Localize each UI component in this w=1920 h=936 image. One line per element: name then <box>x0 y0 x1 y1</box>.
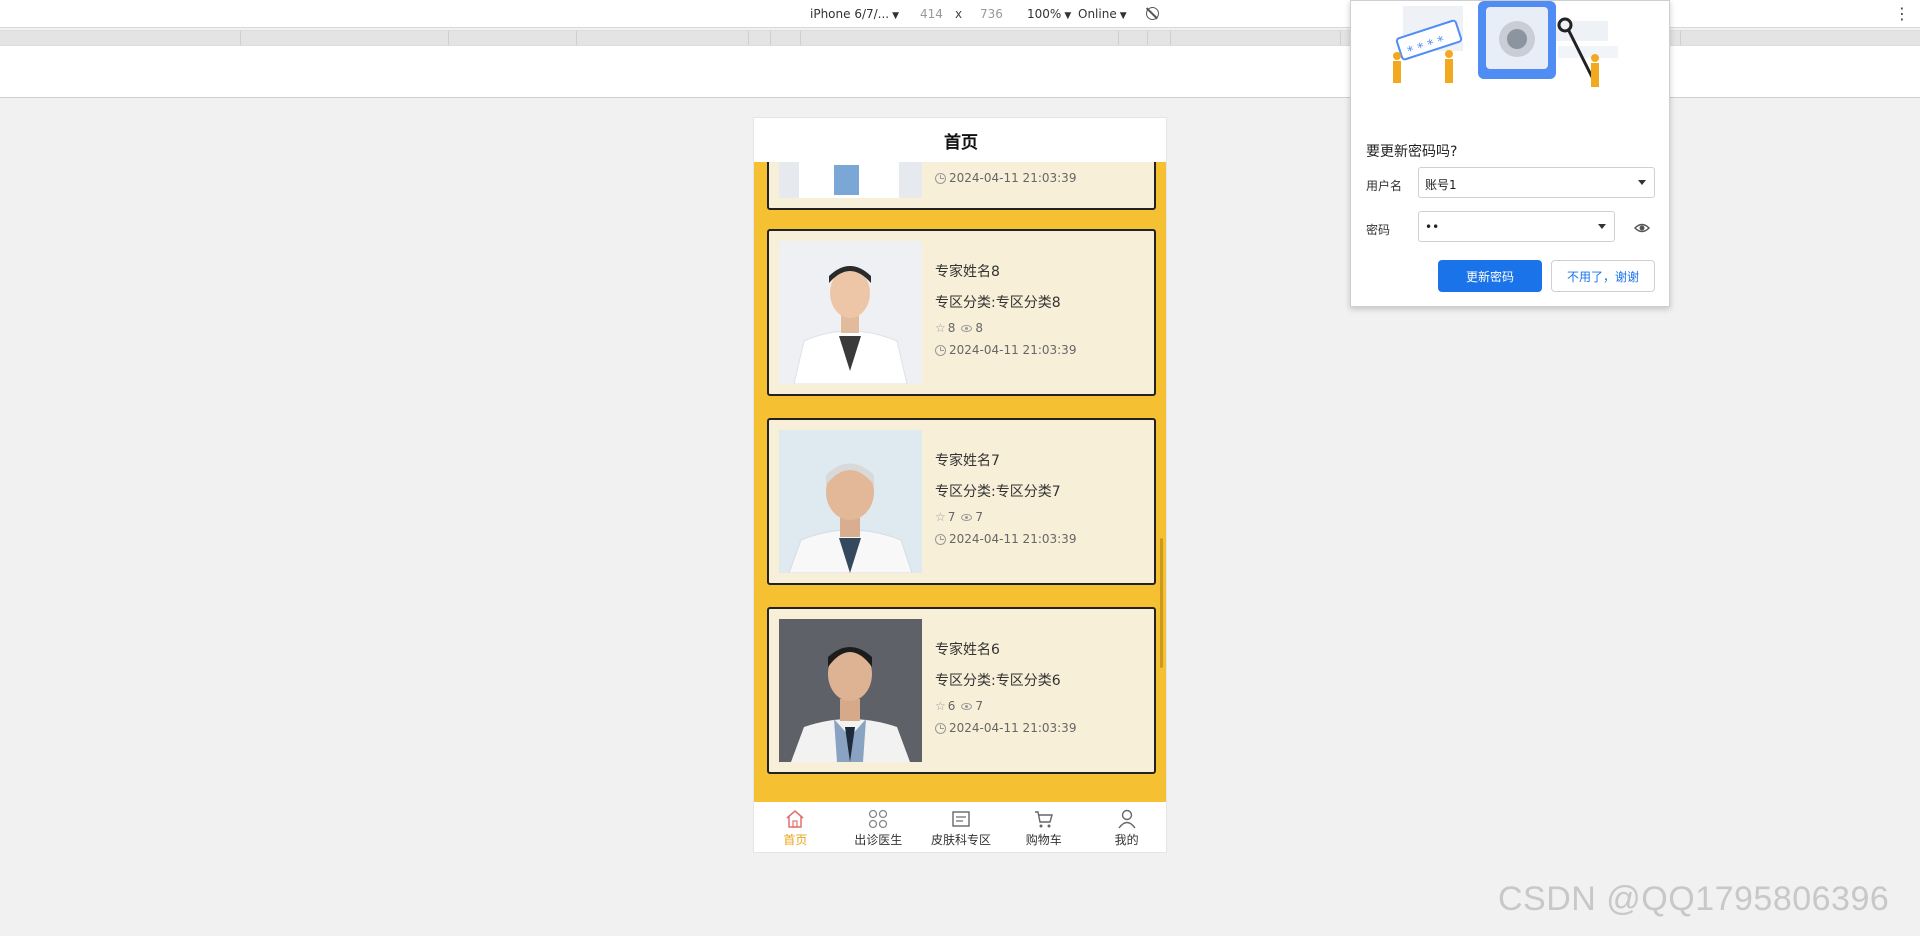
expert-list: 2024-04-11 21:03:39 专家姓名8 专区分类:专区分类8 ☆8 <box>754 162 1166 802</box>
board-icon <box>952 811 970 827</box>
clock-icon <box>935 722 946 734</box>
clock-icon <box>935 172 946 184</box>
network-value: Online <box>1078 7 1117 21</box>
publish-time: 2024-04-11 21:03:39 <box>935 721 1076 735</box>
doctor-photo <box>779 619 922 762</box>
like-count: 8 <box>947 321 956 335</box>
view-count: 7 <box>975 699 984 713</box>
star-icon: ☆ <box>935 699 946 713</box>
expert-name: 专家姓名8 <box>935 264 1000 280</box>
card-stats: ☆ 7 7 <box>935 508 1076 526</box>
zoom-select[interactable]: 100% ▼ <box>1027 7 1071 21</box>
publish-time: 2024-04-11 21:03:39 <box>935 171 1076 185</box>
grid-icon <box>869 809 888 829</box>
clock-icon <box>935 344 946 356</box>
star-icon: ☆ <box>935 321 946 335</box>
chevron-down-icon: ▼ <box>1119 11 1127 21</box>
clock-icon <box>935 533 946 545</box>
list-item[interactable]: 专家姓名8 专区分类:专区分类8 ☆ 8 8 2024-04-11 21:03:3… <box>767 229 1156 396</box>
viewport-height-input[interactable]: 736 <box>980 7 1003 21</box>
publish-time: 2024-04-11 21:03:39 <box>935 532 1076 546</box>
expert-category: 专区分类:专区分类7 <box>935 484 1061 500</box>
view-count: 7 <box>975 510 984 524</box>
expert-name: 专家姓名7 <box>935 453 1000 469</box>
tab-label: 首页 <box>783 833 808 847</box>
tab-doctors[interactable]: 出诊医生 <box>837 802 920 852</box>
password-illustration: * * * * <box>1393 1 1618 87</box>
phone-viewport: 首页 2024-04-11 21:03:39 专家姓名8 专区分类:专区分类8 … <box>753 117 1167 853</box>
eye-icon <box>961 513 973 521</box>
card-stats: ☆ 6 7 <box>935 697 1076 715</box>
password-select[interactable]: •• <box>1418 211 1615 242</box>
publish-time-text: 2024-04-11 21:03:39 <box>949 721 1077 735</box>
viewport-width-input[interactable]: 414 <box>920 7 943 21</box>
publish-time-text: 2024-04-11 21:03:39 <box>949 343 1077 357</box>
like-count: 7 <box>947 510 956 524</box>
device-select[interactable]: iPhone 6/7/... ▼ <box>810 7 899 21</box>
username-value: 账号1 <box>1425 178 1457 192</box>
eye-icon <box>961 702 973 710</box>
password-value: •• <box>1425 220 1440 234</box>
tab-dermatology[interactable]: 皮肤科专区 <box>920 802 1003 852</box>
doctor-photo <box>779 430 922 573</box>
publish-time-text: 2024-04-11 21:03:39 <box>949 171 1077 185</box>
chevron-down-icon: ▼ <box>1064 11 1072 21</box>
card-info: 专家姓名7 专区分类:专区分类7 ☆ 7 7 2024-04-11 21:03:3… <box>935 450 1076 546</box>
tab-label: 购物车 <box>1025 833 1062 847</box>
dimension-separator: x <box>955 7 963 21</box>
chevron-down-icon <box>1638 180 1646 185</box>
doctor-photo <box>779 241 922 384</box>
expert-name: 专家姓名6 <box>935 642 1000 658</box>
watermark: CSDN @QQ1795806396 <box>1498 880 1890 918</box>
rotate-icon[interactable] <box>1146 7 1159 20</box>
eye-icon <box>961 324 973 332</box>
expert-category: 专区分类:专区分类6 <box>935 673 1061 689</box>
doctor-photo <box>779 162 922 198</box>
page-title: 首页 <box>944 132 978 153</box>
eye-icon[interactable] <box>1634 220 1650 236</box>
password-label: 密码 <box>1366 223 1391 237</box>
expert-category: 专区分类:专区分类8 <box>935 295 1061 311</box>
tab-label: 我的 <box>1114 833 1139 847</box>
popup-title: 要更新密码吗? <box>1366 144 1458 160</box>
list-item-partial[interactable]: 2024-04-11 21:03:39 <box>767 162 1156 210</box>
chevron-down-icon <box>1598 224 1606 229</box>
username-select[interactable]: 账号1 <box>1418 167 1655 198</box>
tab-profile[interactable]: 我的 <box>1085 802 1166 852</box>
tab-cart[interactable]: 购物车 <box>1002 802 1085 852</box>
user-icon <box>1118 809 1136 829</box>
chevron-down-icon: ▼ <box>892 11 900 21</box>
view-count: 8 <box>975 321 984 335</box>
publish-time: 2024-04-11 21:03:39 <box>935 343 1076 357</box>
cart-icon <box>1034 811 1053 828</box>
network-throttle-select[interactable]: Online ▼ <box>1078 7 1127 21</box>
card-info: 2024-04-11 21:03:39 <box>935 171 1076 185</box>
dismiss-button[interactable]: 不用了，谢谢 <box>1551 260 1655 292</box>
device-name: iPhone 6/7/... <box>810 7 890 21</box>
star-icon: ☆ <box>935 510 946 524</box>
username-label: 用户名 <box>1366 179 1403 193</box>
kebab-icon[interactable]: ⋮ <box>1894 4 1910 23</box>
like-count: 6 <box>947 699 956 713</box>
card-info: 专家姓名6 专区分类:专区分类6 ☆ 6 7 2024-04-11 21:03:3… <box>935 639 1076 735</box>
tab-home[interactable]: 首页 <box>754 802 837 852</box>
zoom-value: 100% <box>1027 7 1062 21</box>
card-stats: ☆ 8 8 <box>935 319 1076 337</box>
home-icon <box>786 810 804 828</box>
update-password-button[interactable]: 更新密码 <box>1438 260 1542 292</box>
tab-bar: 首页 出诊医生 皮肤科专区 购物车 我的 <box>754 802 1166 852</box>
publish-time-text: 2024-04-11 21:03:39 <box>949 532 1077 546</box>
tab-label: 出诊医生 <box>854 833 903 847</box>
tab-label: 皮肤科专区 <box>930 833 991 847</box>
password-update-popup: * * * * 要更新密码吗? 用户名 账号1 密码 •• 更新密码 不用了，谢… <box>1350 0 1670 307</box>
scrollbar[interactable] <box>1160 538 1163 668</box>
card-info: 专家姓名8 专区分类:专区分类8 ☆ 8 8 2024-04-11 21:03:3… <box>935 261 1076 357</box>
list-item[interactable]: 专家姓名6 专区分类:专区分类6 ☆ 6 7 2024-04-11 21:03:3… <box>767 607 1156 774</box>
list-item[interactable]: 专家姓名7 专区分类:专区分类7 ☆ 7 7 2024-04-11 21:03:3… <box>767 418 1156 585</box>
navigation-bar: 首页 <box>754 118 1166 162</box>
